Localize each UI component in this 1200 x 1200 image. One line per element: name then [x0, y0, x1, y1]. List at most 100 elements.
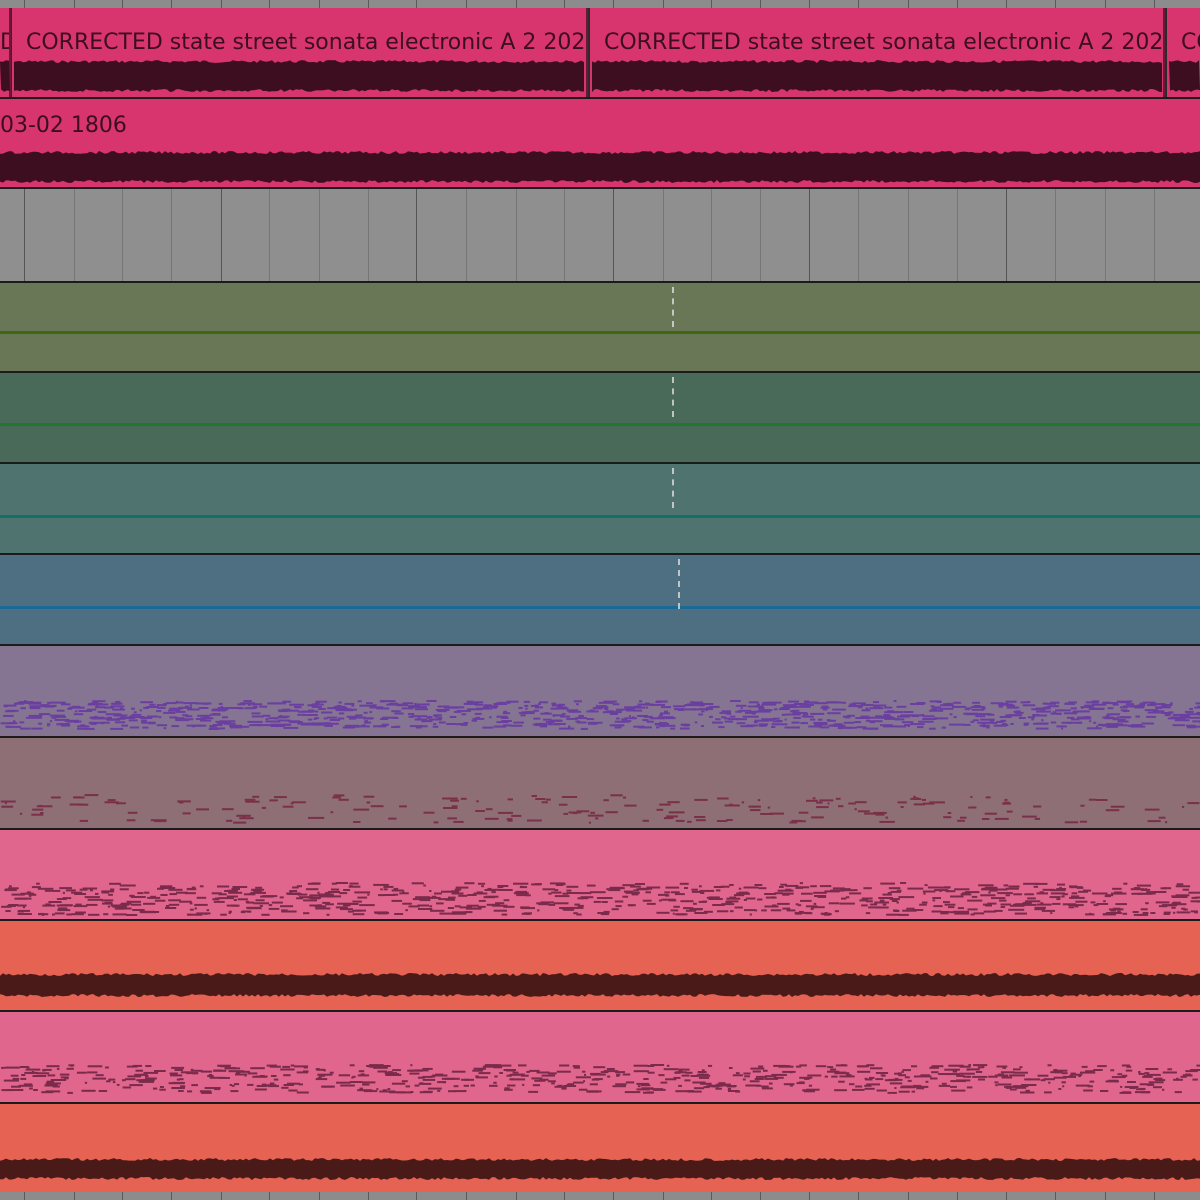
midi-note	[87, 898, 103, 901]
midi-note	[1036, 710, 1051, 713]
midi-note	[186, 1072, 199, 1075]
midi-note	[126, 914, 138, 916]
midi-note	[70, 1064, 73, 1067]
midi-note	[522, 1083, 525, 1086]
midi-note	[368, 1065, 373, 1068]
midi-note	[857, 706, 863, 709]
midi-note	[493, 1081, 497, 1084]
midi-note	[84, 1081, 88, 1084]
midi-note	[646, 1091, 654, 1094]
midi-note	[573, 700, 582, 703]
midi-note	[950, 1085, 957, 1088]
midi-note	[944, 1068, 960, 1071]
automation-lane[interactable]	[0, 283, 1200, 371]
midi-note	[583, 1080, 586, 1083]
midi-note	[750, 1067, 765, 1070]
midi-note	[767, 701, 782, 704]
midi-lane[interactable]	[0, 646, 1200, 736]
midi-note	[1141, 722, 1154, 725]
midi-note	[1166, 713, 1169, 715]
midi-note	[618, 726, 622, 729]
midi-note	[362, 1083, 370, 1086]
midi-note	[907, 887, 924, 890]
midi-note	[366, 702, 373, 705]
midi-note	[1107, 707, 1114, 710]
midi-note	[559, 703, 563, 706]
midi-note	[577, 904, 584, 907]
midi-note	[975, 715, 986, 718]
midi-note	[379, 1090, 396, 1093]
midi-note	[684, 1079, 691, 1082]
midi-note	[1190, 1069, 1200, 1071]
audio-lane[interactable]	[0, 921, 1200, 1010]
midi-note	[47, 1074, 56, 1077]
midi-note	[401, 1080, 408, 1083]
midi-note	[1121, 1074, 1128, 1077]
midi-note	[1117, 719, 1126, 721]
midi-note	[776, 720, 783, 722]
midi-note	[336, 1081, 351, 1084]
midi-note	[647, 1065, 655, 1067]
midi-note	[538, 717, 541, 720]
midi-note	[17, 913, 32, 915]
midi-note	[894, 1087, 897, 1089]
midi-note	[1133, 913, 1149, 916]
midi-note	[988, 1075, 998, 1078]
midi-note	[66, 913, 72, 916]
automation-lane[interactable]	[0, 464, 1200, 553]
automation-line[interactable]	[0, 606, 1200, 609]
midi-note	[101, 890, 115, 893]
grid-line	[663, 189, 664, 281]
midi-note	[200, 717, 214, 720]
automation-lane[interactable]	[0, 373, 1200, 462]
midi-lane[interactable]	[0, 738, 1200, 828]
midi-lane[interactable]	[0, 1012, 1200, 1102]
midi-note	[940, 704, 954, 707]
automation-line[interactable]	[0, 515, 1200, 518]
midi-note	[1146, 1083, 1155, 1086]
midi-note	[523, 700, 530, 703]
automation-line[interactable]	[0, 331, 1200, 334]
midi-note	[1142, 912, 1149, 914]
midi-note	[100, 722, 104, 725]
midi-note	[835, 1064, 848, 1067]
timeline-ruler-top[interactable]	[0, 0, 1200, 8]
midi-note	[533, 717, 539, 720]
midi-note	[231, 1084, 235, 1087]
track-lane-empty[interactable]	[0, 189, 1200, 281]
midi-note	[339, 892, 348, 895]
midi-note	[169, 1072, 178, 1075]
midi-note	[763, 1069, 768, 1072]
midi-note	[1063, 712, 1078, 715]
automation-lane[interactable]	[0, 555, 1200, 644]
ruler-tick	[1154, 0, 1155, 8]
midi-note	[9, 885, 12, 888]
midi-note	[930, 1077, 938, 1080]
midi-note	[323, 717, 328, 720]
midi-note	[1189, 707, 1193, 710]
midi-note	[507, 1084, 516, 1087]
midi-note	[175, 710, 186, 713]
audio-lane[interactable]	[0, 1104, 1200, 1192]
midi-note	[932, 899, 936, 902]
midi-note	[1014, 912, 1027, 915]
midi-note	[864, 1087, 875, 1090]
midi-note	[904, 724, 911, 727]
midi-note	[1090, 901, 1096, 904]
timeline-ruler-bottom[interactable]	[0, 1192, 1200, 1200]
midi-note	[887, 711, 904, 714]
midi-note	[1160, 887, 1167, 890]
midi-note	[178, 706, 193, 709]
midi-note	[578, 1088, 588, 1091]
midi-note	[105, 1066, 109, 1069]
midi-note	[681, 1074, 690, 1077]
automation-line[interactable]	[0, 423, 1200, 426]
midi-note	[683, 907, 694, 910]
midi-note	[0, 722, 15, 725]
midi-note	[983, 910, 996, 913]
midi-note	[247, 1072, 258, 1075]
midi-note	[224, 1067, 241, 1070]
midi-note	[418, 897, 431, 900]
midi-note	[1144, 808, 1160, 811]
midi-lane[interactable]	[0, 830, 1200, 919]
